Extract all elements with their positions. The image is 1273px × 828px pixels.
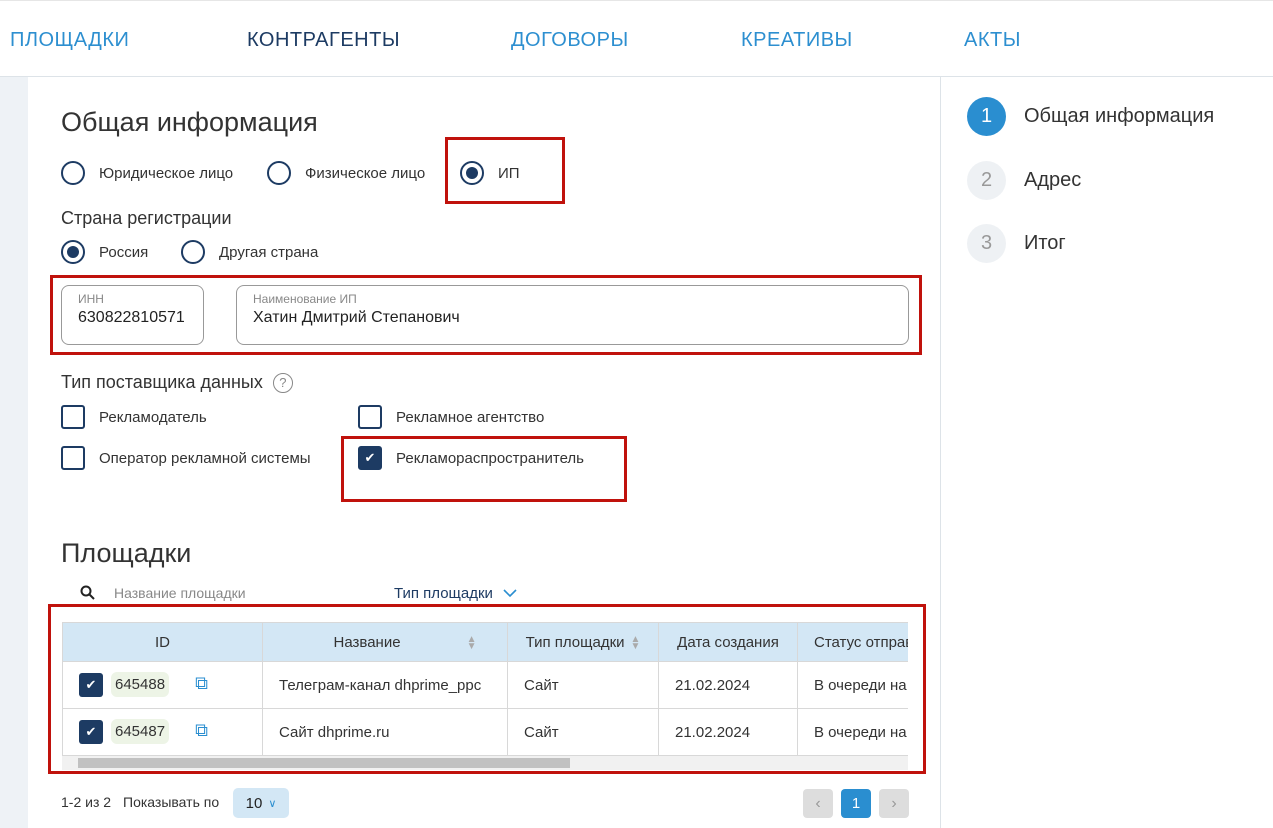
- provider-type-label: Тип поставщика данных?: [61, 372, 293, 393]
- step-result[interactable]: 3 Итог: [967, 224, 1066, 263]
- radio-label: Россия: [99, 243, 149, 261]
- prev-page-button[interactable]: ‹: [803, 789, 833, 818]
- checkbox-label: Рекламное агентство: [396, 408, 545, 426]
- step-number: 1: [967, 97, 1006, 136]
- chevron-down-icon: [503, 589, 517, 598]
- step-label: Итог: [1024, 232, 1066, 254]
- radio-russia[interactable]: Россия: [61, 240, 148, 264]
- top-nav: ПЛОЩАДКИ КОНТРАГЕНТЫ ДОГОВОРЫ КРЕАТИВЫ А…: [0, 0, 1273, 77]
- help-icon[interactable]: ?: [272, 372, 293, 393]
- provider-type-text: Тип поставщика данных: [61, 372, 263, 392]
- search-icon: [80, 585, 95, 600]
- checkbox-agency[interactable]: Рекламное агентство: [358, 405, 544, 429]
- type-filter-dropdown[interactable]: Тип площадки: [394, 585, 517, 602]
- nav-acts[interactable]: АКТЫ: [964, 29, 1021, 52]
- page-size-select[interactable]: 10 ∨: [233, 788, 289, 818]
- nav-contracts[interactable]: ДОГОВОРЫ: [511, 29, 629, 52]
- highlight-box: [445, 137, 565, 204]
- chevron-down-icon: ∨: [268, 797, 277, 810]
- page-1-button[interactable]: 1: [841, 789, 871, 818]
- next-page-button[interactable]: ›: [879, 789, 909, 818]
- checkbox-operator[interactable]: Оператор рекламной системы: [61, 446, 311, 470]
- platform-search[interactable]: Название площадки: [80, 585, 246, 601]
- checkbox-label: Оператор рекламной системы: [99, 449, 311, 467]
- step-number: 2: [967, 161, 1006, 200]
- highlight-box: [50, 275, 922, 355]
- country-label: Страна регистрации: [61, 208, 232, 228]
- checkbox-icon: [61, 446, 85, 470]
- checkbox-icon: [358, 405, 382, 429]
- checkbox-icon: [61, 405, 85, 429]
- radio-checked-icon: [61, 240, 85, 264]
- nav-platforms[interactable]: ПЛОЩАДКИ: [10, 29, 129, 52]
- platforms-title: Площадки: [61, 538, 192, 568]
- step-label: Адрес: [1024, 169, 1082, 191]
- highlight-box: [341, 436, 627, 502]
- radio-label: Физическое лицо: [305, 164, 426, 182]
- type-filter-label: Тип площадки: [394, 585, 493, 602]
- checkbox-advertiser[interactable]: Рекламодатель: [61, 405, 207, 429]
- radio-circle-icon: [61, 161, 85, 185]
- range-text: 1-2 из 2: [61, 794, 112, 810]
- search-input[interactable]: Название площадки: [114, 585, 246, 601]
- page-size-value: 10: [245, 794, 263, 812]
- step-number: 3: [967, 224, 1006, 263]
- step-address[interactable]: 2 Адрес: [967, 161, 1081, 200]
- radio-circle-icon: [267, 161, 291, 185]
- radio-legal-entity[interactable]: Юридическое лицо: [61, 161, 233, 185]
- radio-circle-icon: [181, 240, 205, 264]
- step-label: Общая информация: [1024, 105, 1215, 127]
- step-general[interactable]: 1 Общая информация: [967, 97, 1214, 136]
- radio-label: Юридическое лицо: [99, 164, 234, 182]
- checkbox-label: Рекламодатель: [99, 408, 207, 426]
- general-title: Общая информация: [61, 107, 318, 137]
- radio-other-country[interactable]: Другая страна: [181, 240, 318, 264]
- radio-label: Другая страна: [219, 243, 319, 261]
- nav-counterparties[interactable]: КОНТРАГЕНТЫ: [247, 29, 400, 52]
- steps-panel: 1 Общая информация 2 Адрес 3 Итог: [940, 77, 1273, 828]
- highlight-box: [48, 604, 926, 774]
- left-gutter: [0, 77, 28, 828]
- radio-individual[interactable]: Физическое лицо: [267, 161, 425, 185]
- nav-creatives[interactable]: КРЕАТИВЫ: [741, 29, 853, 52]
- page-size-label: Показывать по: [123, 794, 220, 810]
